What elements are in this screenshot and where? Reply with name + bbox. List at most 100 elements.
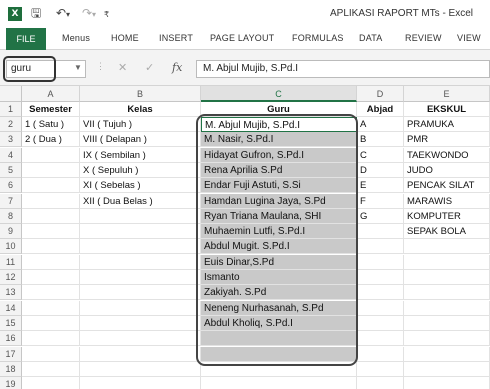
cell-ekskul[interactable]: PRAMUKA — [404, 117, 490, 132]
cell-ekskul[interactable] — [404, 377, 490, 389]
cell-kelas[interactable] — [80, 224, 201, 240]
cell-abjad[interactable] — [357, 254, 404, 270]
cell-kelas[interactable] — [80, 285, 201, 301]
cell-guru[interactable] — [201, 331, 357, 347]
cell-abjad[interactable] — [357, 361, 404, 377]
row-header[interactable]: 6 — [0, 178, 22, 194]
row-header[interactable]: 12 — [0, 270, 22, 285]
tab-menus[interactable]: Menus — [62, 33, 90, 43]
cell-guru[interactable]: Endar Fuji Astuti, S.Si — [201, 178, 357, 194]
name-box-dropdown-icon[interactable]: ▼ — [74, 63, 82, 72]
cell-kelas[interactable]: XI ( Sebelas ) — [80, 178, 201, 194]
cell-kelas[interactable] — [80, 300, 201, 316]
cell-kelas[interactable] — [80, 346, 201, 362]
cell-abjad[interactable] — [357, 346, 404, 362]
cell-semester[interactable] — [22, 162, 80, 178]
cell-ekskul[interactable]: PENCAK SILAT — [404, 178, 490, 194]
cell-kelas[interactable] — [80, 331, 201, 347]
cell-ekskul[interactable]: PMR — [404, 132, 490, 148]
header-kelas[interactable]: Kelas — [80, 102, 201, 117]
cell-abjad[interactable] — [357, 239, 404, 255]
row-header[interactable]: 13 — [0, 285, 22, 301]
cell-kelas[interactable] — [80, 254, 201, 270]
row-header[interactable]: 19 — [0, 377, 22, 389]
cell-semester[interactable] — [22, 178, 80, 194]
row-header[interactable]: 16 — [0, 331, 22, 347]
cell-guru[interactable]: Rena Aprilia S.Pd — [201, 162, 357, 178]
cell-guru[interactable] — [201, 377, 357, 389]
cell-guru[interactable]: Muhaemin Lutfi, S.Pd.I — [201, 224, 357, 240]
cell-semester[interactable] — [22, 270, 80, 285]
cell-kelas[interactable]: IX ( Sembilan ) — [80, 147, 201, 163]
undo-icon[interactable]: ↶ — [56, 6, 66, 20]
cell-ekskul[interactable]: KOMPUTER — [404, 208, 490, 224]
tab-insert[interactable]: INSERT — [159, 33, 193, 43]
cell-semester[interactable] — [22, 208, 80, 224]
column-header-d[interactable]: D — [357, 86, 404, 102]
row-header[interactable]: 2 — [0, 117, 22, 132]
insert-function-icon[interactable]: fx — [172, 61, 182, 74]
cell-ekskul[interactable] — [404, 361, 490, 377]
cell-guru[interactable] — [201, 361, 357, 377]
cell-guru[interactable]: Abdul Kholiq, S.Pd.I — [201, 315, 357, 331]
row-header[interactable]: 15 — [0, 315, 22, 331]
cell-kelas[interactable]: X ( Sepuluh ) — [80, 162, 201, 178]
cell-guru[interactable]: Neneng Nurhasanah, S.Pd — [201, 300, 357, 316]
cell-kelas[interactable]: VII ( Tujuh ) — [80, 117, 201, 132]
cell-ekskul[interactable]: MARAWIS — [404, 193, 490, 209]
tab-formulas[interactable]: FORMULAS — [292, 33, 344, 43]
cell-semester[interactable] — [22, 193, 80, 209]
row-header[interactable]: 17 — [0, 346, 22, 362]
cell-kelas[interactable]: XII ( Dua Belas ) — [80, 193, 201, 209]
enter-icon[interactable]: ✓ — [145, 61, 154, 74]
cell-ekskul[interactable]: SEPAK BOLA — [404, 224, 490, 240]
column-header-c[interactable]: C — [201, 86, 357, 102]
row-header[interactable]: 14 — [0, 300, 22, 316]
cell-guru[interactable]: M. Abjul Mujib, S.Pd.I — [201, 117, 357, 132]
row-header[interactable]: 9 — [0, 224, 22, 240]
cell-kelas[interactable] — [80, 239, 201, 255]
cell-ekskul[interactable]: TAEKWONDO — [404, 147, 490, 163]
cell-semester[interactable] — [22, 346, 80, 362]
cell-semester[interactable] — [22, 147, 80, 163]
row-header[interactable]: 10 — [0, 239, 22, 255]
cell-guru[interactable]: Ryan Triana Maulana, SHI — [201, 208, 357, 224]
row-header[interactable]: 8 — [0, 208, 22, 224]
cell-kelas[interactable] — [80, 361, 201, 377]
cell-ekskul[interactable] — [404, 239, 490, 255]
tab-data[interactable]: DATA — [359, 33, 382, 43]
header-guru[interactable]: Guru — [201, 102, 357, 117]
cell-ekskul[interactable] — [404, 270, 490, 285]
cell-semester[interactable] — [22, 331, 80, 347]
cell-ekskul[interactable] — [404, 346, 490, 362]
cell-guru[interactable] — [201, 346, 357, 362]
cell-abjad[interactable] — [357, 331, 404, 347]
select-all-corner[interactable] — [0, 86, 22, 102]
cell-kelas[interactable] — [80, 315, 201, 331]
cell-semester[interactable] — [22, 361, 80, 377]
cell-abjad[interactable]: D — [357, 162, 404, 178]
cell-semester[interactable] — [22, 377, 80, 389]
redo-icon[interactable]: ↷ — [82, 6, 92, 20]
tab-file[interactable]: FILE — [6, 28, 46, 50]
row-header[interactable]: 1 — [0, 102, 22, 117]
column-header-e[interactable]: E — [404, 86, 490, 102]
cell-semester[interactable]: 1 ( Satu ) — [22, 117, 80, 132]
cell-ekskul[interactable] — [404, 254, 490, 270]
tab-review[interactable]: REVIEW — [405, 33, 442, 43]
cell-abjad[interactable] — [357, 377, 404, 389]
cell-guru[interactable]: Abdul Mugit. S.Pd.I — [201, 239, 357, 255]
header-semester[interactable]: Semester — [22, 102, 80, 117]
cell-abjad[interactable] — [357, 300, 404, 316]
column-header-a[interactable]: A — [22, 86, 80, 102]
tab-page-layout[interactable]: PAGE LAYOUT — [210, 33, 274, 43]
header-abjad[interactable]: Abjad — [357, 102, 404, 117]
cell-ekskul[interactable] — [404, 300, 490, 316]
cell-ekskul[interactable] — [404, 331, 490, 347]
cell-abjad[interactable] — [357, 315, 404, 331]
cell-semester[interactable]: 2 ( Dua ) — [22, 132, 80, 148]
cell-abjad[interactable]: E — [357, 178, 404, 194]
cell-guru[interactable]: Hidayat Gufron, S.Pd.I — [201, 147, 357, 163]
redo-dropdown-icon[interactable]: ▾ — [92, 8, 96, 22]
cell-abjad[interactable] — [357, 224, 404, 240]
